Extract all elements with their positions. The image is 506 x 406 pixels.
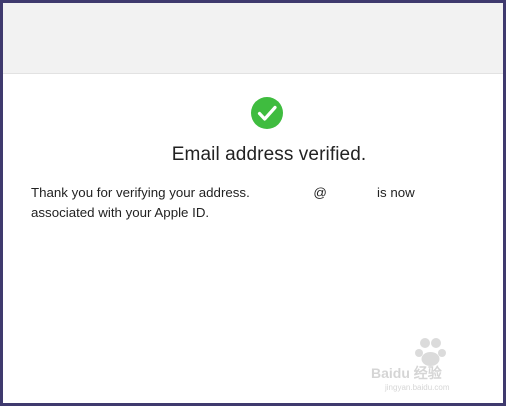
watermark-subtext: jingyan.baidu.com bbox=[384, 383, 450, 392]
message-text-start: Thank you for verifying your address. bbox=[31, 185, 254, 200]
redacted-email: xxxxxxxxy@xxxxxxx bbox=[253, 185, 373, 200]
email-at-sign: @ bbox=[313, 185, 327, 200]
baidu-watermark-logo: Baidu 经验 jingyan.baidu.com bbox=[371, 338, 450, 392]
checkmark-circle-icon bbox=[251, 97, 283, 129]
email-hidden-prefix: xxxxxxxxy bbox=[253, 185, 314, 200]
watermark-text: Baidu 经验 bbox=[371, 365, 443, 381]
header-bar bbox=[3, 3, 503, 74]
email-hidden-suffix: xxxxxxx bbox=[326, 185, 374, 200]
dialog-window: Email address verified. Thank you for ve… bbox=[0, 0, 506, 406]
page-title: Email address verified. bbox=[171, 144, 367, 165]
confirmation-message: Thank you for verifying your address. xx… bbox=[31, 183, 461, 223]
